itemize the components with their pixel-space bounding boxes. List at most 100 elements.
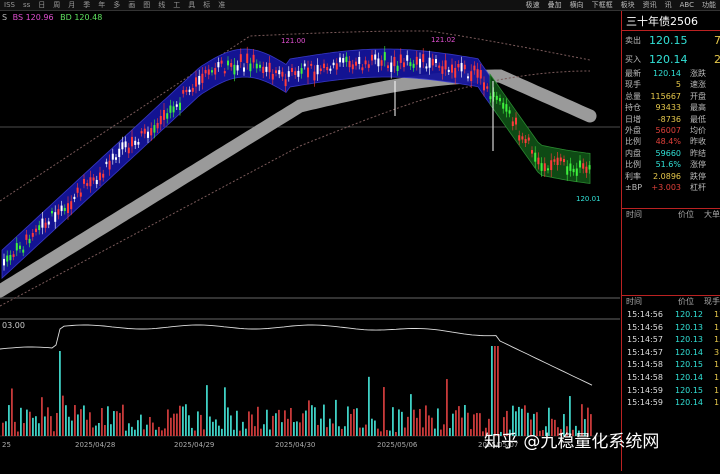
candle-body <box>140 131 143 134</box>
toolbar-item[interactable]: 日 <box>34 0 49 10</box>
toolbar-item[interactable]: 图 <box>139 0 154 10</box>
candle-body <box>351 64 354 70</box>
toolbar-item[interactable]: 具 <box>184 0 199 10</box>
stat-row: 最新 120.14 涨跌 <box>622 68 720 79</box>
candle-body <box>243 67 245 72</box>
candle-body <box>67 203 69 213</box>
volume-bar <box>293 422 295 436</box>
candle-body <box>303 63 306 67</box>
tick-qty: 17 <box>714 310 720 319</box>
candle-body <box>543 163 546 172</box>
toolbar-item[interactable]: 季 <box>79 0 94 10</box>
legend-prefix: S <box>2 13 8 22</box>
stat-key: 利率 <box>625 171 641 181</box>
volume-bar <box>143 429 145 436</box>
candle-body <box>422 54 425 63</box>
candle-body <box>284 79 287 87</box>
volume-bar <box>98 422 100 436</box>
toolbar-item-right[interactable]: 功能 <box>698 0 720 10</box>
candle-body <box>486 86 489 89</box>
toolbar-item-right[interactable]: 板块 <box>617 0 639 10</box>
volume-bar <box>347 406 349 436</box>
stat-key: 现手 <box>625 80 641 90</box>
toolbar-item[interactable]: ss <box>19 1 34 9</box>
toolbar-item[interactable]: 月 <box>64 0 79 10</box>
toolbar-item[interactable]: 工 <box>169 0 184 10</box>
toolbar-item-right[interactable]: 叠加 <box>544 0 566 10</box>
toolbar-item-right[interactable]: ABC <box>676 1 698 9</box>
candle-body <box>444 60 447 70</box>
stat-value: 56007 <box>655 126 681 135</box>
toolbar-item-right[interactable]: 讯 <box>661 0 676 10</box>
stat-value: 115667 <box>650 91 681 101</box>
toolbar-item-right[interactable]: 下框框 <box>588 0 617 10</box>
toolbar-item-right[interactable]: 横向 <box>566 0 588 10</box>
candle-body <box>294 71 297 75</box>
candle-body <box>428 57 431 68</box>
toolbar-item[interactable]: 周 <box>49 0 64 10</box>
toolbar-item[interactable]: 多 <box>109 0 124 10</box>
candle-body <box>575 168 578 176</box>
candle-body <box>307 67 309 78</box>
toolbar-item[interactable]: 画 <box>124 0 139 10</box>
toolbar-item[interactable]: 年 <box>94 0 109 10</box>
candle-body <box>291 68 293 72</box>
candle-body <box>153 125 156 133</box>
volume-bar <box>389 430 391 436</box>
volume-bar <box>413 409 415 436</box>
candle-body <box>367 64 370 68</box>
candle-body <box>559 157 562 162</box>
volume-bar <box>395 431 397 436</box>
volume-bar <box>428 415 430 436</box>
toolbar-item[interactable]: 标 <box>199 0 214 10</box>
candle-body <box>255 63 258 69</box>
toolbar-item-right[interactable]: 资讯 <box>639 0 661 10</box>
volume-bar <box>92 427 94 436</box>
candle-body <box>556 157 559 166</box>
volume-bar <box>131 426 133 436</box>
volume-bar <box>185 404 187 436</box>
candle-body <box>41 218 44 228</box>
candle-body <box>310 63 313 66</box>
candle-body <box>505 104 508 112</box>
candle-body <box>3 258 5 266</box>
candle-body <box>380 60 383 66</box>
volume-bar <box>305 410 307 436</box>
legend-bs: BS 120.96 <box>12 13 54 22</box>
stat-key: 持仓 <box>625 103 641 113</box>
candle-body <box>326 66 329 71</box>
candle-body <box>28 238 31 244</box>
stat-row: 总量 115667 开盘 <box>622 91 720 102</box>
candle-body <box>172 106 175 113</box>
toolbar-item[interactable]: 准 <box>214 0 229 10</box>
candlestick-chart-area[interactable]: 121.00 121.02 120.01 03.00 25 2025/04/28 2025/… <box>0 11 620 471</box>
volume-bar <box>197 411 199 436</box>
candle-body <box>217 62 220 68</box>
candle-body <box>479 70 482 79</box>
toolbar-item[interactable]: ISS <box>0 1 19 9</box>
candle-body <box>569 163 572 171</box>
buy-count: 2 <box>714 53 720 66</box>
volume-bar <box>311 405 313 436</box>
candle-body <box>252 54 255 63</box>
candle-body <box>358 57 361 64</box>
candle-body <box>121 142 124 150</box>
candle-body <box>195 77 197 87</box>
candle-body <box>25 234 28 240</box>
volume-bar <box>122 404 124 436</box>
toolbar-item[interactable]: 线 <box>154 0 169 10</box>
candle-body <box>406 55 409 61</box>
volume-bar <box>119 412 121 436</box>
candle-body <box>316 64 319 75</box>
volume-bar <box>473 414 475 436</box>
candle-body <box>150 128 153 136</box>
toolbar-item-right[interactable]: 极速 <box>522 0 544 10</box>
tick-qty: 1 <box>714 385 720 395</box>
stat-value: -8736 <box>657 114 681 124</box>
volume-bar <box>368 376 370 436</box>
volume-bar <box>404 427 406 436</box>
candle-body <box>259 64 261 68</box>
tick-qty: 1 <box>714 322 720 332</box>
x-axis-date: 2025/04/28 <box>75 441 115 449</box>
volume-bar <box>95 425 97 436</box>
